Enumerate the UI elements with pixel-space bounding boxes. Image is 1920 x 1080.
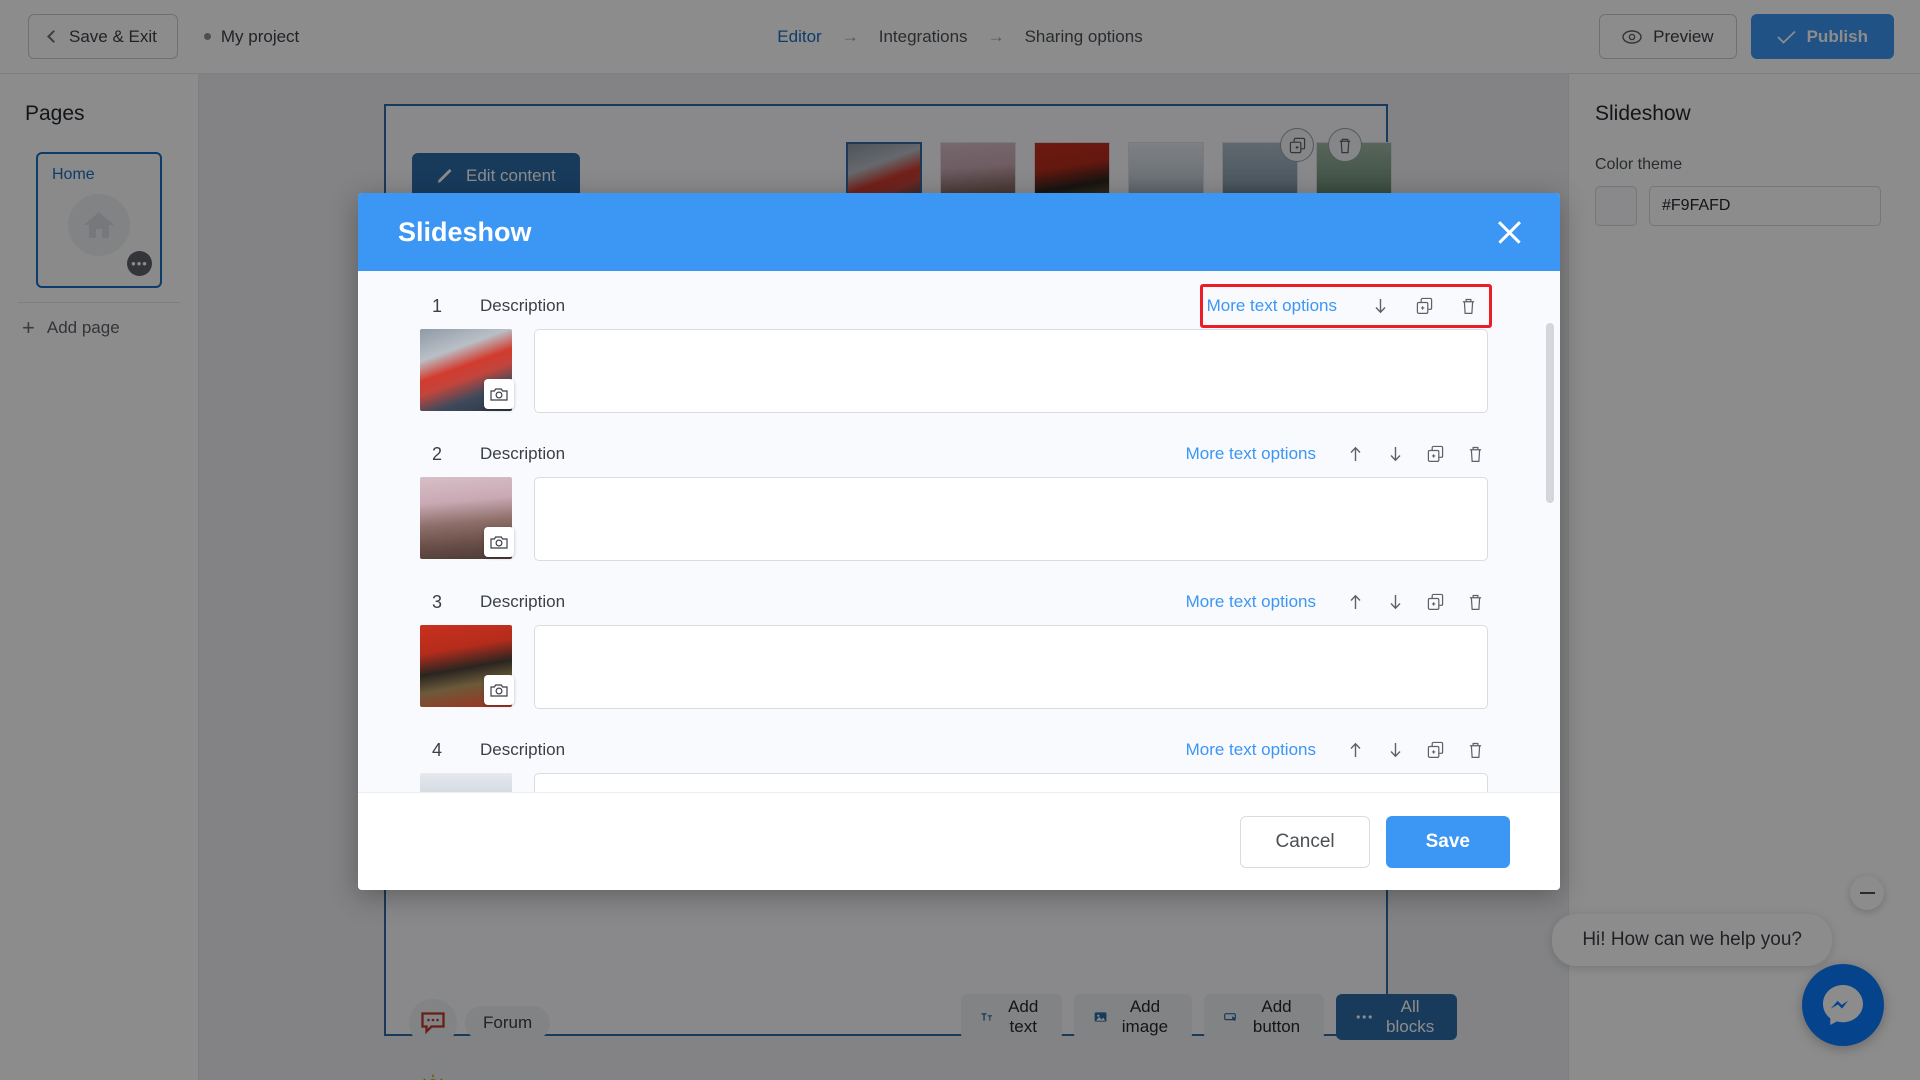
change-image-button[interactable] (484, 527, 514, 557)
camera-icon (490, 536, 508, 549)
modal-title: Slideshow (398, 216, 532, 247)
slide-actions: More text options (1186, 585, 1492, 619)
duplicate-slide-button[interactable] (1418, 437, 1452, 471)
slide-row-body (408, 477, 1492, 561)
duplicate-icon (1427, 741, 1443, 758)
slide-thumbnail[interactable] (420, 477, 514, 559)
camera-icon (490, 684, 508, 697)
more-text-options-link[interactable]: More text options (1186, 740, 1316, 760)
move-down-icon (1389, 447, 1401, 462)
description-label: Description (480, 296, 566, 315)
slide-row: 4 Description More text options (358, 715, 1542, 792)
move-down-icon (1389, 743, 1401, 758)
slide-row-body (408, 625, 1492, 709)
delete-slide-button[interactable] (1458, 585, 1492, 619)
more-text-options-link[interactable]: More text options (1186, 592, 1316, 612)
duplicate-slide-button[interactable] (1407, 289, 1441, 323)
slide-thumbnail[interactable] (420, 329, 514, 411)
camera-icon (490, 388, 508, 401)
delete-slide-button[interactable] (1458, 733, 1492, 767)
duplicate-icon (1427, 593, 1443, 610)
slide-row-body (408, 773, 1492, 792)
modal-body: 1 Description More text options 2 Descri… (358, 271, 1560, 792)
slideshow-modal: Slideshow 1 Description More text option… (358, 193, 1560, 890)
move-down-button[interactable] (1378, 585, 1412, 619)
move-up-button[interactable] (1338, 437, 1372, 471)
slide-index: 1 (431, 295, 442, 316)
slide-row-header: 4 Description More text options (408, 733, 1492, 767)
slide-description-input[interactable] (534, 477, 1488, 561)
more-text-options-link[interactable]: More text options (1186, 444, 1316, 464)
duplicate-slide-button[interactable] (1418, 585, 1452, 619)
delete-icon (1469, 742, 1481, 759)
delete-icon (1462, 298, 1474, 315)
slide-row-header: 3 Description More text options (408, 585, 1492, 619)
change-image-button[interactable] (484, 379, 514, 409)
move-up-button[interactable] (1338, 585, 1372, 619)
move-down-button[interactable] (1378, 733, 1412, 767)
delete-slide-button[interactable] (1451, 289, 1485, 323)
slide-actions-highlighted: More text options (1199, 284, 1492, 328)
move-down-icon (1389, 595, 1401, 610)
close-icon[interactable] (1492, 215, 1526, 249)
slide-row: 3 Description More text options (358, 567, 1542, 715)
cancel-button[interactable]: Cancel (1240, 815, 1370, 868)
modal-footer: Cancel Save (358, 792, 1560, 890)
slide-row: 1 Description More text options (358, 271, 1542, 419)
duplicate-slide-button[interactable] (1418, 733, 1452, 767)
delete-icon (1469, 446, 1481, 463)
slide-description-input[interactable] (534, 773, 1488, 792)
move-up-button[interactable] (1338, 733, 1372, 767)
description-label: Description (480, 444, 566, 463)
slide-description-input[interactable] (534, 625, 1488, 709)
save-button[interactable]: Save (1385, 815, 1510, 868)
description-label: Description (480, 592, 566, 611)
more-text-options-link[interactable]: More text options (1207, 296, 1337, 316)
move-up-icon (1349, 594, 1361, 609)
slide-description-input[interactable] (534, 329, 1488, 413)
move-down-icon (1374, 299, 1386, 314)
slide-index: 3 (431, 591, 442, 612)
move-down-button[interactable] (1378, 437, 1412, 471)
slide-actions: More text options (1186, 733, 1492, 767)
delete-slide-button[interactable] (1458, 437, 1492, 471)
modal-scrollbar[interactable] (1546, 279, 1554, 784)
scrollbar-thumb[interactable] (1546, 323, 1554, 503)
slide-row-header: 1 Description More text options (408, 284, 1492, 328)
slide-index: 4 (431, 739, 442, 760)
move-down-button[interactable] (1363, 289, 1397, 323)
slide-row-body (408, 329, 1492, 413)
move-up-icon (1349, 446, 1361, 461)
change-image-button[interactable] (484, 675, 514, 705)
description-label: Description (480, 740, 566, 759)
duplicate-icon (1427, 445, 1443, 462)
slide-row-header: 2 Description More text options (408, 437, 1492, 471)
move-up-icon (1349, 742, 1361, 757)
modal-header: Slideshow (358, 193, 1560, 271)
duplicate-icon (1416, 297, 1432, 314)
slide-thumbnail[interactable] (420, 625, 514, 707)
slides-list: 1 Description More text options 2 Descri… (358, 271, 1542, 792)
slide-row: 2 Description More text options (358, 419, 1542, 567)
delete-icon (1469, 594, 1481, 611)
slide-thumbnail[interactable] (420, 773, 512, 792)
slide-index: 2 (431, 443, 442, 464)
slide-actions: More text options (1186, 437, 1492, 471)
